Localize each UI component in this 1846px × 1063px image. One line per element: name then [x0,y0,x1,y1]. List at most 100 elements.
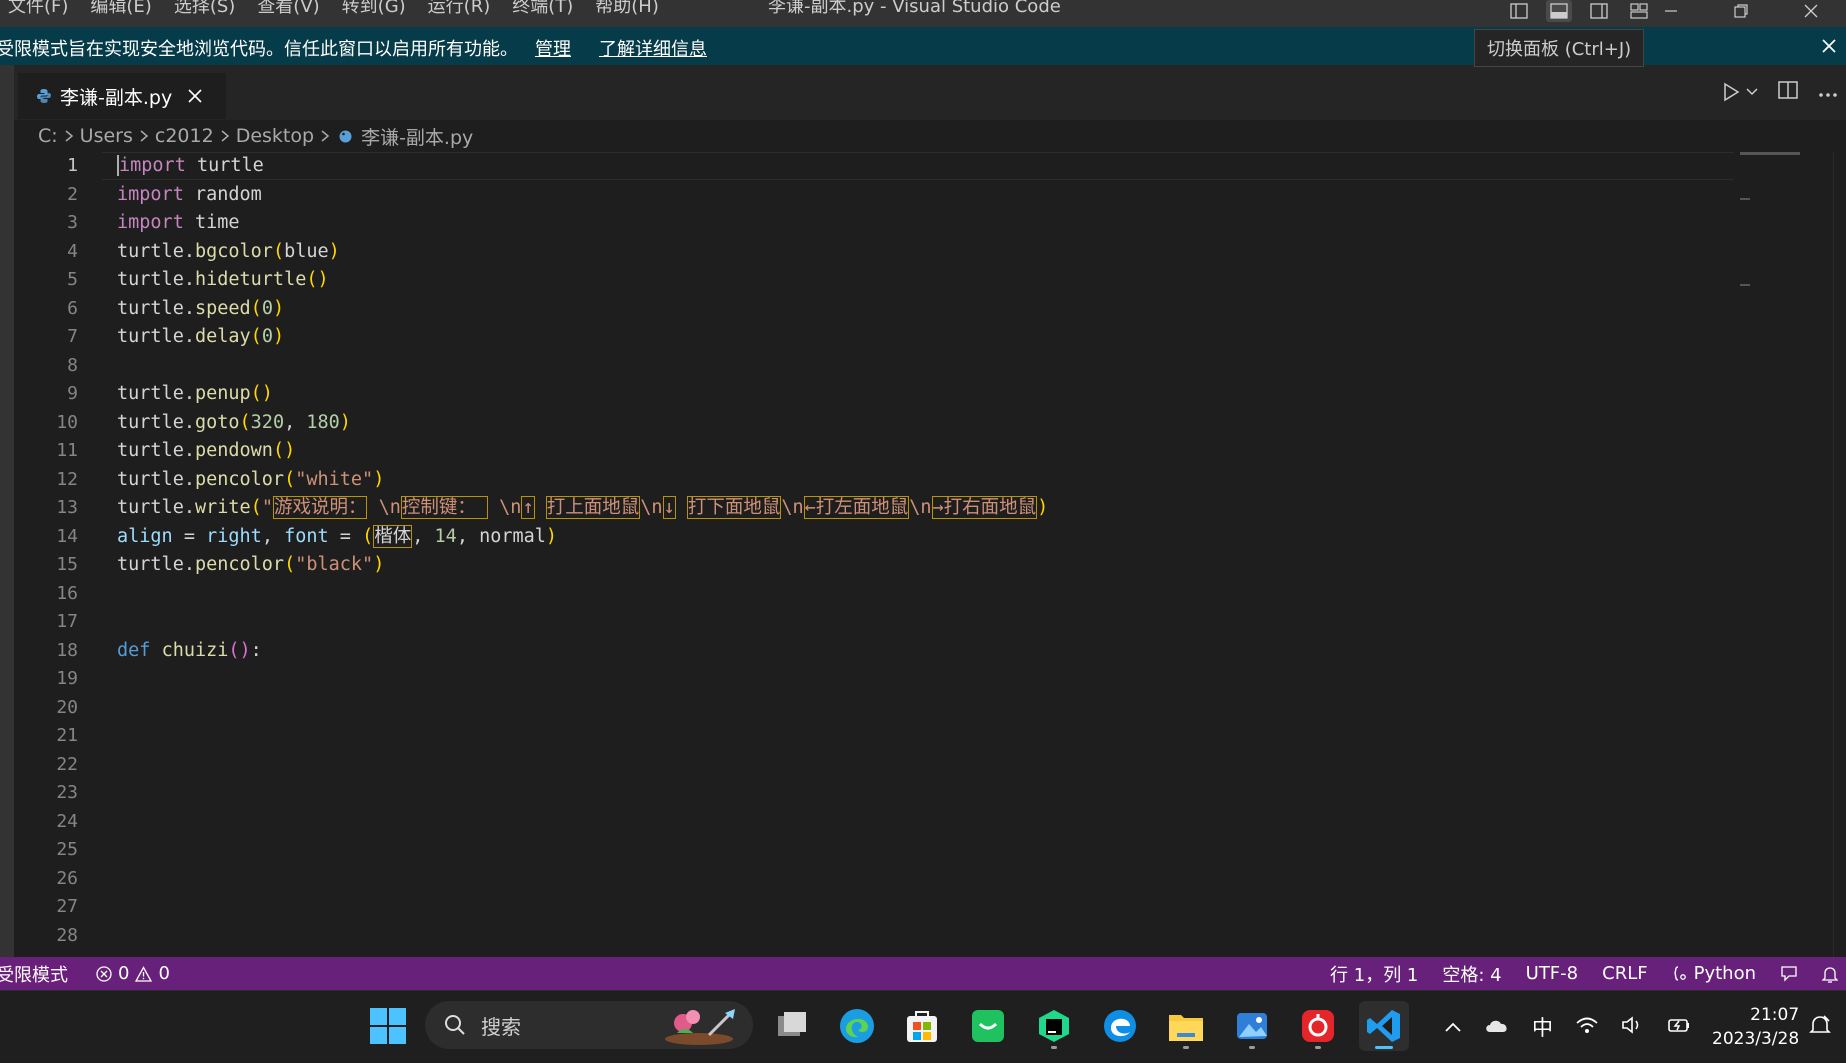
code-line[interactable]: turtle.goto(320, 180) [117,409,1048,438]
indentation-indicator[interactable]: 空格: 4 [1442,961,1501,987]
code-line[interactable]: turtle.penup() [117,380,1048,409]
code-token: \n [640,497,663,518]
taskbar-task-view[interactable] [767,1001,817,1051]
banner-learn-more-link[interactable]: 了解详细信息 [599,35,707,61]
code-content[interactable]: import turtle import random import time tur… [117,152,1048,950]
notification-center-button[interactable] [1808,1013,1832,1041]
run-python-button[interactable] [1722,82,1758,102]
breadcrumb-drive[interactable]: C: [38,125,58,147]
menu-selection[interactable]: 选择(S) [174,0,235,20]
taskbar-ie-edge[interactable] [1095,1001,1145,1051]
code-line[interactable] [117,779,1048,808]
breadcrumb-user-folder[interactable]: c2012 [155,125,214,147]
minimize-button[interactable] [1636,0,1706,22]
code-token: chuizi [161,639,229,661]
code-line[interactable]: turtle.speed(0) [117,295,1048,324]
code-line[interactable] [117,722,1048,751]
show-hidden-icons-button[interactable] [1444,1018,1462,1037]
start-button[interactable] [370,1008,406,1048]
restore-button[interactable] [1706,0,1776,22]
code-line[interactable] [117,893,1048,922]
menu-terminal[interactable]: 终端(T) [512,0,573,20]
cursor-position[interactable]: 行 1，列 1 [1330,961,1418,987]
code-token: "black" [295,554,374,575]
code-line[interactable]: turtle.pencolor("black") [117,551,1048,580]
system-clock[interactable]: 21:07 2023/3/28 [1712,1003,1799,1051]
taskbar-wechat-app[interactable] [963,1001,1013,1051]
code-line[interactable] [117,922,1048,951]
taskbar-edge[interactable] [832,1001,882,1051]
code-editor[interactable]: 1 2 3 4 5 6 7 8 9 10 11 12 13 14 15 16 17 18 19 20 21 22 23 24 2… [14,152,1846,957]
code-line[interactable]: turtle.delay(0) [117,323,1048,352]
code-token: ( [284,468,296,490]
code-line[interactable]: turtle.bgcolor(blue) [117,238,1048,267]
onedrive-button[interactable] [1484,1017,1510,1037]
taskbar-search[interactable]: 搜索 [425,1001,753,1049]
menu-go[interactable]: 转到(G) [342,0,406,20]
notifications-button[interactable] [1822,965,1838,983]
code-line[interactable] [117,694,1048,723]
breadcrumb-desktop[interactable]: Desktop [236,125,314,147]
more-actions-button[interactable] [1818,83,1838,102]
code-token: def [117,639,151,661]
volume-button[interactable] [1621,1016,1645,1038]
taskbar-vscode[interactable] [1359,1001,1409,1051]
code-token: turtle. [117,269,195,290]
code-line[interactable] [117,865,1048,894]
tab-active-file[interactable]: 李谦-副本.py [18,73,226,119]
wifi-button[interactable] [1575,1016,1599,1038]
eol-indicator[interactable]: CRLF [1602,963,1647,984]
code-line[interactable]: turtle.write("游戏说明： \n控制键： \n↑ 打上面地鼠\n↓ … [117,494,1048,523]
minimap[interactable] [1734,152,1834,957]
menu-view[interactable]: 查看(V) [257,0,319,20]
code-line[interactable] [117,580,1048,609]
edge-browser-icon [840,1009,874,1043]
menu-run[interactable]: 运行(R) [428,0,491,20]
code-line[interactable]: import time [117,209,1048,238]
code-line[interactable]: turtle.pendown() [117,437,1048,466]
code-line[interactable] [117,608,1048,637]
banner-manage-link[interactable]: 管理 [535,35,571,61]
breadcrumb-file[interactable]: 李谦-副本.py [361,123,473,150]
code-line[interactable] [117,751,1048,780]
toggle-panel-button[interactable] [1546,0,1572,22]
taskbar-photos[interactable] [1227,1001,1277,1051]
breadcrumb-users[interactable]: Users [80,125,133,147]
vertical-scrollbar[interactable] [1833,152,1846,957]
menu-help[interactable]: 帮助(H) [595,0,659,20]
encoding-indicator[interactable]: UTF-8 [1526,963,1578,984]
code-token: = [328,525,363,547]
code-line[interactable]: align = right, font = (楷体, 14, normal) [117,523,1048,552]
banner-close-button[interactable] [1818,35,1840,57]
close-window-button[interactable] [1776,0,1846,22]
menu-file[interactable]: 文件(F) [8,0,68,20]
battery-button[interactable] [1667,1015,1691,1039]
problems-indicator[interactable]: 0 0 [96,963,170,984]
code-line[interactable]: turtle.pencolor("white") [117,466,1048,495]
toggle-primary-sidebar-button[interactable] [1506,0,1532,22]
input-method-indicator[interactable]: 中 [1532,1012,1553,1042]
language-mode[interactable]: Python [1672,963,1756,984]
code-line[interactable] [117,836,1048,865]
code-line[interactable]: import turtle [117,152,1048,181]
code-line[interactable]: import random [117,181,1048,210]
chevron-right-icon [220,129,230,143]
taskbar-store[interactable] [897,1001,947,1051]
code-line[interactable]: def chuizi(): [117,637,1048,666]
code-token: () [306,269,329,290]
code-line[interactable] [117,808,1048,837]
code-line[interactable]: turtle.hideturtle() [117,266,1048,295]
toggle-secondary-sidebar-button[interactable] [1586,0,1612,22]
code-line[interactable] [117,665,1048,694]
tab-close-button[interactable] [186,87,204,105]
taskbar-netease-music[interactable] [1293,1001,1343,1051]
taskbar-file-explorer[interactable] [1161,1001,1211,1051]
restricted-mode-indicator[interactable]: 受限模式 [0,960,80,987]
code-line[interactable] [117,352,1048,381]
split-editor-button[interactable] [1778,81,1798,103]
menu-edit[interactable]: 编辑(E) [90,0,151,20]
feedback-button[interactable] [1780,965,1798,983]
taskbar-pycharm[interactable] [1029,1001,1079,1051]
window-title: 李谦-副本.py - Visual Studio Code [768,0,1061,17]
